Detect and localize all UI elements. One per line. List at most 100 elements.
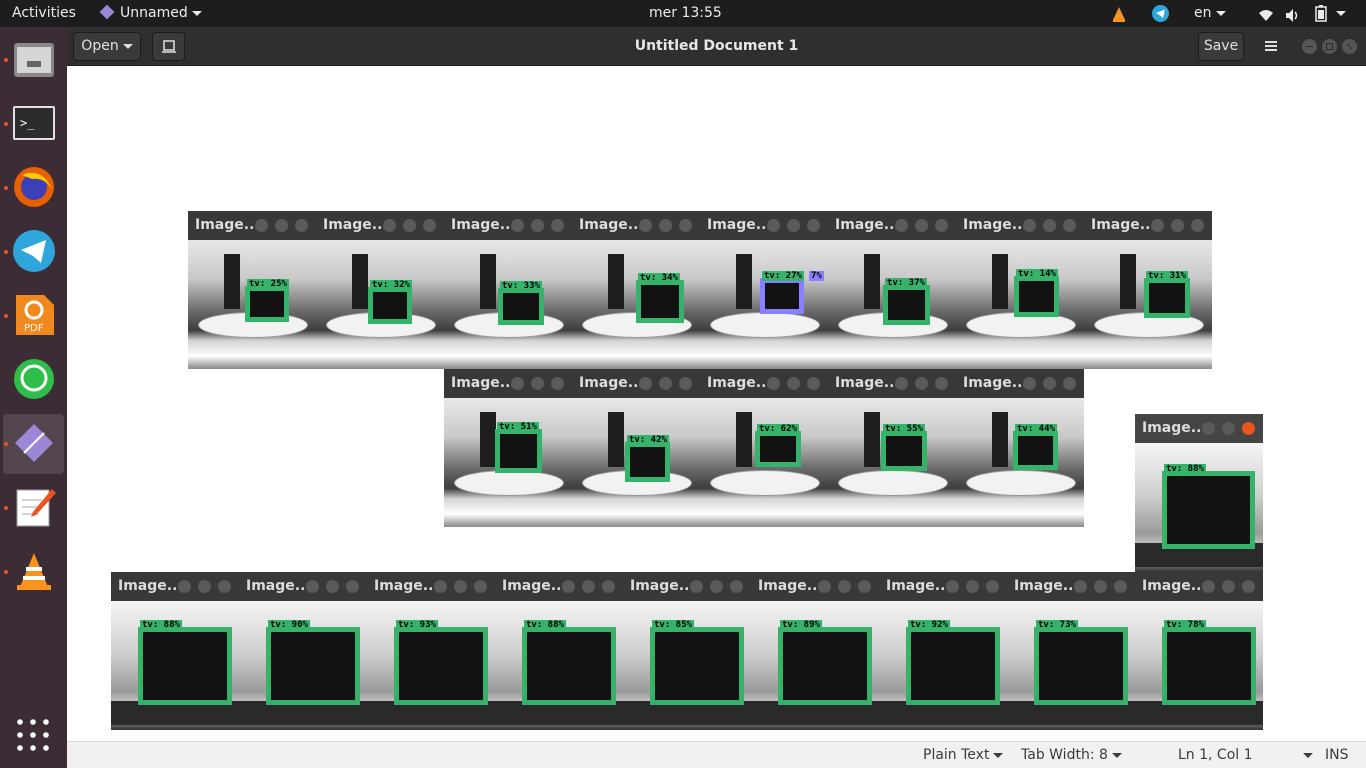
close-button[interactable] — [1063, 377, 1076, 390]
maximize-button[interactable] — [531, 377, 544, 390]
window-titlebar[interactable]: Image... — [879, 572, 1007, 601]
window-titlebar[interactable]: Image... — [700, 369, 828, 398]
image-window[interactable]: Image... tv: 34% — [572, 211, 700, 369]
minimize-button[interactable] — [178, 580, 191, 593]
window-titlebar[interactable]: Image... — [111, 572, 239, 601]
insert-mode-indicator[interactable]: INS — [1325, 742, 1349, 768]
maximize-button[interactable] — [198, 580, 211, 593]
close-button[interactable] — [602, 580, 615, 593]
close-button[interactable] — [730, 580, 743, 593]
close-button[interactable] — [1242, 422, 1255, 435]
new-tab-button[interactable] — [152, 32, 185, 61]
close-button[interactable] — [551, 377, 564, 390]
telegram-tray-icon[interactable] — [1152, 5, 1169, 22]
minimize-button[interactable] — [690, 580, 703, 593]
close-button[interactable] — [218, 580, 231, 593]
image-window[interactable]: Image... tv: 62% — [700, 369, 828, 527]
dock-telegram[interactable] — [3, 222, 64, 282]
minimize-button[interactable] — [639, 377, 652, 390]
minimize-button[interactable] — [1023, 219, 1036, 232]
window-titlebar[interactable]: Image... — [751, 572, 879, 601]
maximize-button[interactable] — [1322, 39, 1337, 54]
window-titlebar[interactable]: Image... — [572, 211, 700, 240]
minimize-button[interactable] — [639, 219, 652, 232]
maximize-button[interactable] — [915, 219, 928, 232]
window-titlebar[interactable]: Image... — [623, 572, 751, 601]
window-titlebar[interactable]: Image... — [316, 211, 444, 240]
minimize-button[interactable] — [1151, 219, 1164, 232]
maximize-button[interactable] — [531, 219, 544, 232]
close-button[interactable] — [346, 580, 359, 593]
image-window[interactable]: Image... tv: 37% — [828, 211, 956, 369]
window-titlebar[interactable]: Image... — [1135, 572, 1263, 601]
show-applications-button[interactable] — [16, 718, 50, 752]
window-titlebar[interactable]: Image... — [495, 572, 623, 601]
dock-foxit-pdf[interactable]: PDF — [3, 286, 64, 346]
volume-icon[interactable] — [1285, 6, 1301, 22]
image-window[interactable]: Image... tv: 88% — [495, 572, 623, 730]
minimize-button[interactable] — [946, 580, 959, 593]
close-button[interactable] — [807, 377, 820, 390]
maximize-button[interactable] — [787, 377, 800, 390]
maximize-button[interactable] — [403, 219, 416, 232]
maximize-button[interactable] — [1222, 422, 1235, 435]
close-button[interactable] — [935, 377, 948, 390]
minimize-button[interactable] — [767, 377, 780, 390]
minimize-button[interactable] — [895, 377, 908, 390]
clock[interactable]: mer 13:55 — [649, 0, 722, 27]
image-window[interactable]: Image... tv: 27% 7% — [700, 211, 828, 369]
maximize-button[interactable] — [275, 219, 288, 232]
battery-icon[interactable] — [1315, 5, 1327, 22]
maximize-button[interactable] — [1094, 580, 1107, 593]
close-button[interactable] — [935, 219, 948, 232]
app-menu[interactable]: Unnamed — [99, 0, 202, 27]
window-titlebar[interactable]: Image... — [828, 211, 956, 240]
window-titlebar[interactable]: Image... — [828, 369, 956, 398]
image-window[interactable]: Image... tv: 44% — [956, 369, 1084, 527]
image-window[interactable]: Image... tv: 14% — [956, 211, 1084, 369]
minimize-button[interactable] — [1074, 580, 1087, 593]
menu-button[interactable] — [1255, 32, 1287, 61]
dock-whatsapp[interactable] — [3, 350, 64, 410]
close-button[interactable] — [551, 219, 564, 232]
minimize-button[interactable] — [1202, 422, 1215, 435]
window-titlebar[interactable]: Image... — [367, 572, 495, 601]
open-button[interactable]: Open — [73, 32, 141, 61]
image-window[interactable]: Image... tv: 33% — [444, 211, 572, 369]
minimize-button[interactable] — [306, 580, 319, 593]
close-button[interactable] — [1342, 39, 1357, 54]
maximize-button[interactable] — [710, 580, 723, 593]
activities-button[interactable]: Activities — [12, 0, 76, 27]
image-window[interactable]: Image... tv: 55% — [828, 369, 956, 527]
dock-firefox[interactable] — [3, 158, 64, 218]
close-button[interactable] — [679, 219, 692, 232]
maximize-button[interactable] — [1043, 219, 1056, 232]
cursor-position-selector[interactable]: Ln 1, Col 1 — [1178, 742, 1313, 768]
minimize-button[interactable] — [1202, 580, 1215, 593]
close-button[interactable] — [986, 580, 999, 593]
vlc-tray-icon[interactable] — [1111, 5, 1127, 22]
window-titlebar[interactable]: Image... — [239, 572, 367, 601]
window-titlebar[interactable]: Image... — [1135, 414, 1263, 443]
image-window[interactable]: Image... tv: 92% — [879, 572, 1007, 730]
maximize-button[interactable] — [915, 377, 928, 390]
maximize-button[interactable] — [1043, 377, 1056, 390]
image-window[interactable]: Image... tv: 73% — [1007, 572, 1135, 730]
window-titlebar[interactable]: Image... — [1007, 572, 1135, 601]
image-window[interactable]: Image... tv: 85% — [623, 572, 751, 730]
save-button[interactable]: Save — [1198, 32, 1244, 61]
maximize-button[interactable] — [1171, 219, 1184, 232]
maximize-button[interactable] — [582, 580, 595, 593]
image-window[interactable]: Image... tv: 51% — [444, 369, 572, 527]
image-window[interactable]: Image... tv: 88% — [1135, 414, 1263, 572]
maximize-button[interactable] — [787, 219, 800, 232]
image-window[interactable]: Image... tv: 78% — [1135, 572, 1263, 730]
minimize-button[interactable] — [818, 580, 831, 593]
maximize-button[interactable] — [1222, 580, 1235, 593]
window-titlebar[interactable]: Image... — [956, 211, 1084, 240]
image-window[interactable]: Image... tv: 25% — [188, 211, 316, 369]
language-selector[interactable]: Plain Text — [923, 742, 1004, 768]
image-window[interactable]: Image... tv: 88% — [111, 572, 239, 730]
dock-files[interactable] — [3, 30, 64, 90]
dock-vlc[interactable] — [3, 542, 64, 602]
